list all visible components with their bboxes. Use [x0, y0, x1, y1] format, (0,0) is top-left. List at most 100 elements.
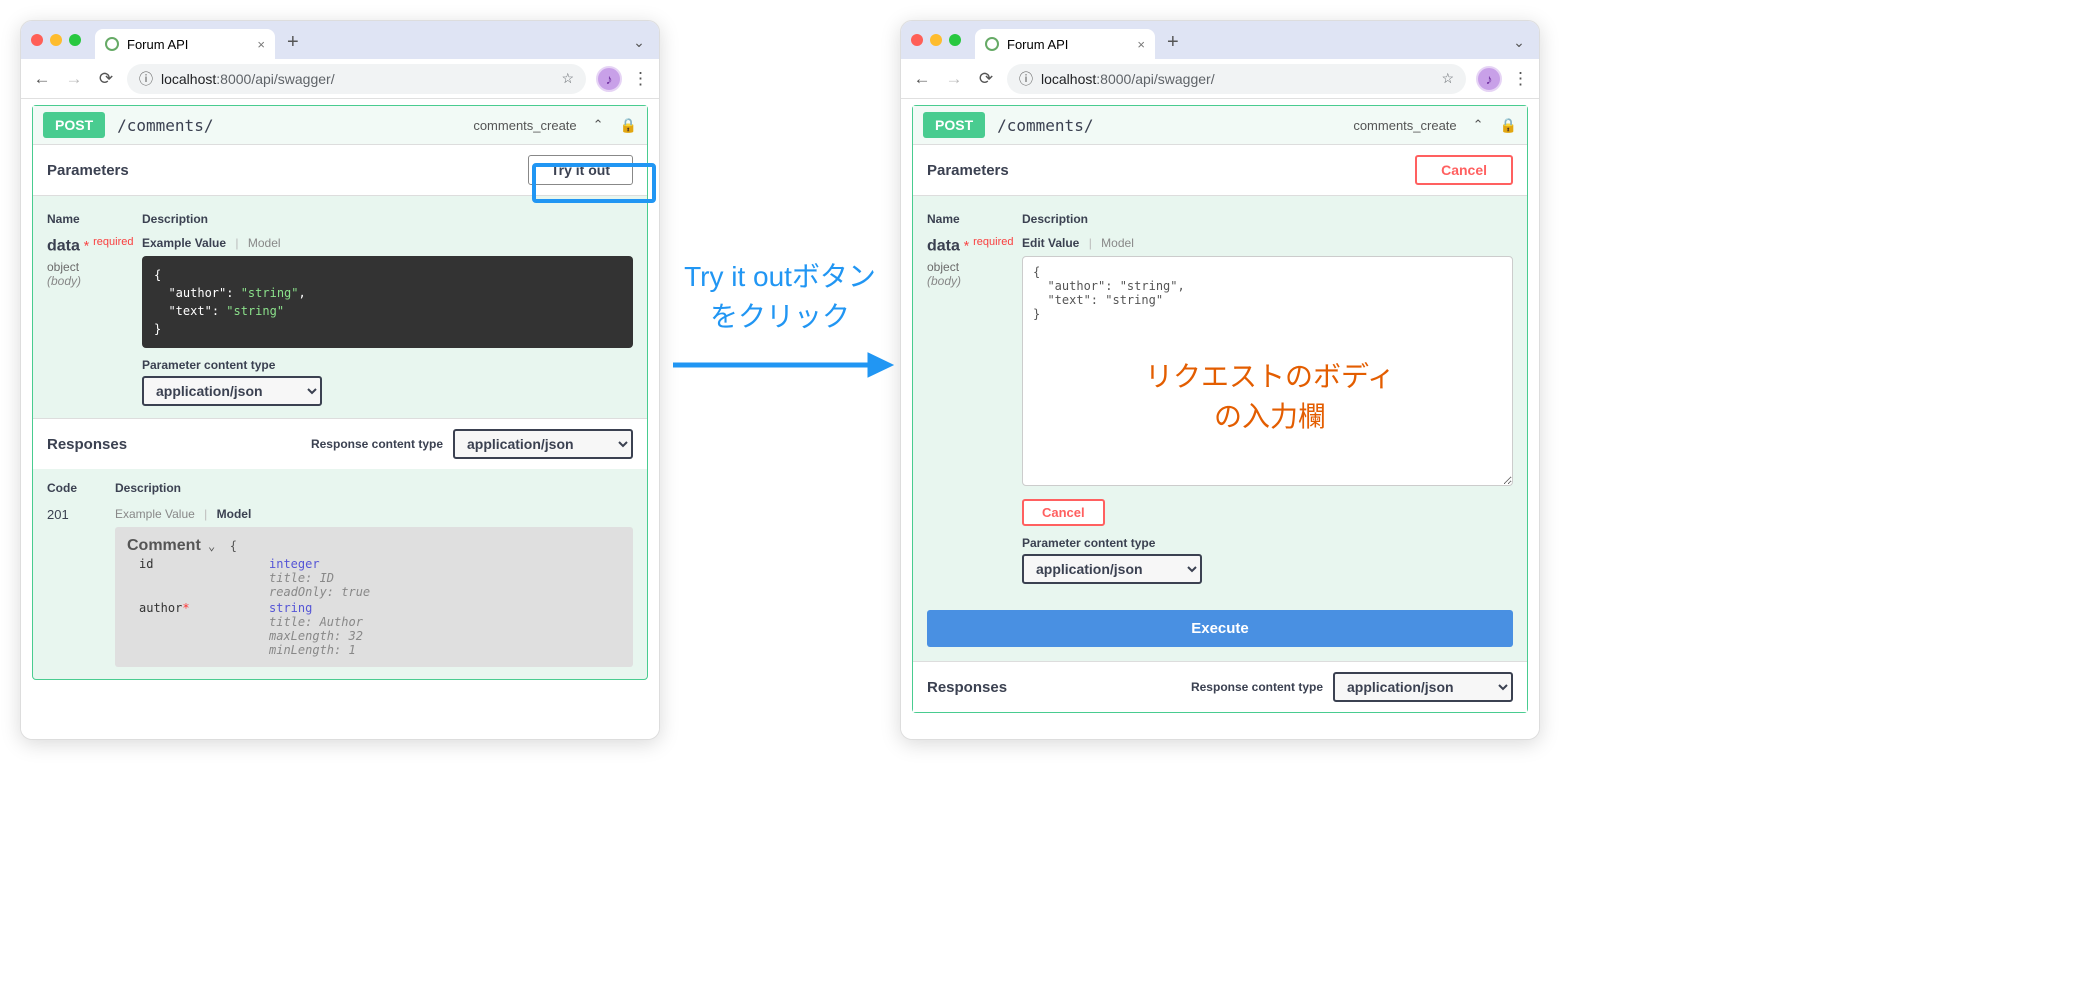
content-type-label: Parameter content type: [142, 358, 633, 372]
required-label: required: [93, 236, 133, 248]
model-note: minLength: 1: [269, 643, 621, 657]
tab-title: Forum API: [127, 37, 188, 52]
url-port: :8000: [216, 71, 251, 87]
endpoint-path: /comments/: [997, 116, 1093, 135]
example-model-tabs: Example Value | Model: [142, 236, 633, 250]
profile-avatar[interactable]: ♪: [596, 66, 622, 92]
params-columns: Name Description: [927, 208, 1513, 236]
tab-edit-value[interactable]: Edit Value: [1022, 236, 1079, 250]
tab-resp-model[interactable]: Model: [217, 507, 252, 521]
url-path: /api/swagger/: [251, 71, 334, 87]
tab-example-value[interactable]: Example Value: [142, 236, 226, 250]
http-method-badge: POST: [923, 112, 985, 138]
parameters-title: Parameters: [927, 162, 1009, 179]
example-json-box[interactable]: { "author": "string", "text": "string" }: [142, 256, 633, 348]
new-tab-button[interactable]: +: [1167, 31, 1179, 54]
parameters-title: Parameters: [47, 162, 129, 179]
annotation-line: をクリック: [660, 295, 900, 335]
back-button[interactable]: ←: [911, 69, 933, 89]
tab-resp-example[interactable]: Example Value: [115, 507, 195, 521]
response-desc: Example Value | Model Comment ⌄ { idinte…: [115, 507, 633, 667]
http-method-badge: POST: [43, 112, 105, 138]
annotation-line: の入力欄: [1105, 395, 1435, 435]
response-content-type-select[interactable]: application/json: [453, 429, 633, 459]
url-host: localhost: [1041, 71, 1096, 87]
model-note: maxLength: 32: [269, 629, 621, 643]
address-bar[interactable]: ⓘ localhost:8000/api/swagger/ ☆: [1007, 64, 1466, 94]
parameters-body: Name Description data * required object …: [33, 196, 647, 418]
maximize-window-icon[interactable]: [69, 34, 81, 46]
tab-list-chevron-icon[interactable]: ⌄: [629, 34, 649, 51]
response-row: 201 Example Value | Model Comment ⌄ { id…: [47, 507, 633, 667]
response-code: 201: [47, 507, 115, 667]
kebab-menu-icon[interactable]: ⋮: [632, 69, 649, 89]
content-type-select[interactable]: application/json: [142, 376, 322, 406]
close-window-icon[interactable]: [31, 34, 43, 46]
resp-example-model-tabs: Example Value | Model: [115, 507, 633, 521]
bookmark-star-icon[interactable]: ☆: [561, 70, 574, 87]
forward-button: →: [943, 69, 965, 89]
param-desc: Example Value | Model { "author": "strin…: [142, 236, 633, 406]
address-bar[interactable]: ⓘ localhost:8000/api/swagger/ ☆: [127, 64, 586, 94]
minimize-window-icon[interactable]: [930, 34, 942, 46]
favicon-icon: [985, 37, 999, 51]
browser-toolbar: ← → ⟳ ⓘ localhost:8000/api/swagger/ ☆ ♪ …: [901, 59, 1539, 99]
response-content-type-label: Response content type: [1191, 680, 1323, 694]
parameters-header: Parameters Try it out: [33, 144, 647, 196]
profile-avatar[interactable]: ♪: [1476, 66, 1502, 92]
page-content: POST /comments/ comments_create ⌃ 🔒 Para…: [21, 99, 659, 739]
param-meta: data * required object (body): [927, 236, 1022, 288]
minimize-window-icon[interactable]: [50, 34, 62, 46]
response-content-type-select[interactable]: application/json: [1333, 672, 1513, 702]
model-title: Comment: [127, 537, 201, 554]
chevron-up-icon: ⌃: [593, 117, 604, 133]
required-star-icon: *: [84, 238, 89, 254]
model-expand-icon[interactable]: ⌄: [208, 539, 215, 553]
cancel-button[interactable]: Cancel: [1415, 155, 1513, 185]
browser-tab[interactable]: Forum API ×: [95, 29, 275, 59]
param-type: object: [927, 260, 1022, 274]
params-columns: Name Description: [47, 208, 633, 236]
titlebar: Forum API × + ⌄: [21, 21, 659, 59]
browser-window-left: Forum API × + ⌄ ← → ⟳ ⓘ localhost:8000/a…: [20, 20, 660, 740]
col-desc-header: Description: [142, 212, 208, 226]
responses-title: Responses: [927, 679, 1007, 696]
opblock-summary[interactable]: POST /comments/ comments_create ⌃ 🔒: [33, 106, 647, 144]
tab-list-chevron-icon[interactable]: ⌄: [1509, 34, 1529, 51]
browser-toolbar: ← → ⟳ ⓘ localhost:8000/api/swagger/ ☆ ♪ …: [21, 59, 659, 99]
responses-columns: Code Description: [47, 481, 633, 507]
maximize-window-icon[interactable]: [949, 34, 961, 46]
site-info-icon[interactable]: ⓘ: [139, 69, 153, 89]
model-note: title: Author: [269, 615, 621, 629]
back-button[interactable]: ←: [31, 69, 53, 89]
tab-model[interactable]: Model: [1101, 236, 1134, 250]
col-name-header: Name: [47, 212, 142, 226]
annotation-line: リクエストのボディ: [1105, 355, 1435, 395]
param-name: data: [927, 238, 960, 255]
model-note: title: ID: [269, 571, 621, 585]
cancel-inline-button[interactable]: Cancel: [1022, 499, 1105, 526]
reload-button[interactable]: ⟳: [95, 69, 117, 89]
new-tab-button[interactable]: +: [287, 31, 299, 54]
content-type-select[interactable]: application/json: [1022, 554, 1202, 584]
required-star-icon: *: [964, 238, 969, 254]
browser-tab[interactable]: Forum API ×: [975, 29, 1155, 59]
site-info-icon[interactable]: ⓘ: [1019, 69, 1033, 89]
operation-id: comments_create: [473, 118, 576, 133]
bookmark-star-icon[interactable]: ☆: [1441, 70, 1454, 87]
annotation-request-body: リクエストのボディ の入力欄: [1105, 355, 1435, 435]
desc-header: Description: [115, 481, 181, 495]
tab-model[interactable]: Model: [248, 236, 281, 250]
annotation-try-it-out: Try it outボタン をクリック: [660, 255, 900, 335]
try-it-out-button[interactable]: Try it out: [528, 155, 633, 185]
lock-icon[interactable]: 🔒: [620, 117, 637, 134]
tab-close-icon[interactable]: ×: [257, 37, 265, 52]
url-port: :8000: [1096, 71, 1131, 87]
close-window-icon[interactable]: [911, 34, 923, 46]
lock-icon[interactable]: 🔒: [1500, 117, 1517, 134]
reload-button[interactable]: ⟳: [975, 69, 997, 89]
opblock-summary[interactable]: POST /comments/ comments_create ⌃ 🔒: [913, 106, 1527, 144]
kebab-menu-icon[interactable]: ⋮: [1512, 69, 1529, 89]
execute-button[interactable]: Execute: [927, 610, 1513, 647]
tab-close-icon[interactable]: ×: [1137, 37, 1145, 52]
